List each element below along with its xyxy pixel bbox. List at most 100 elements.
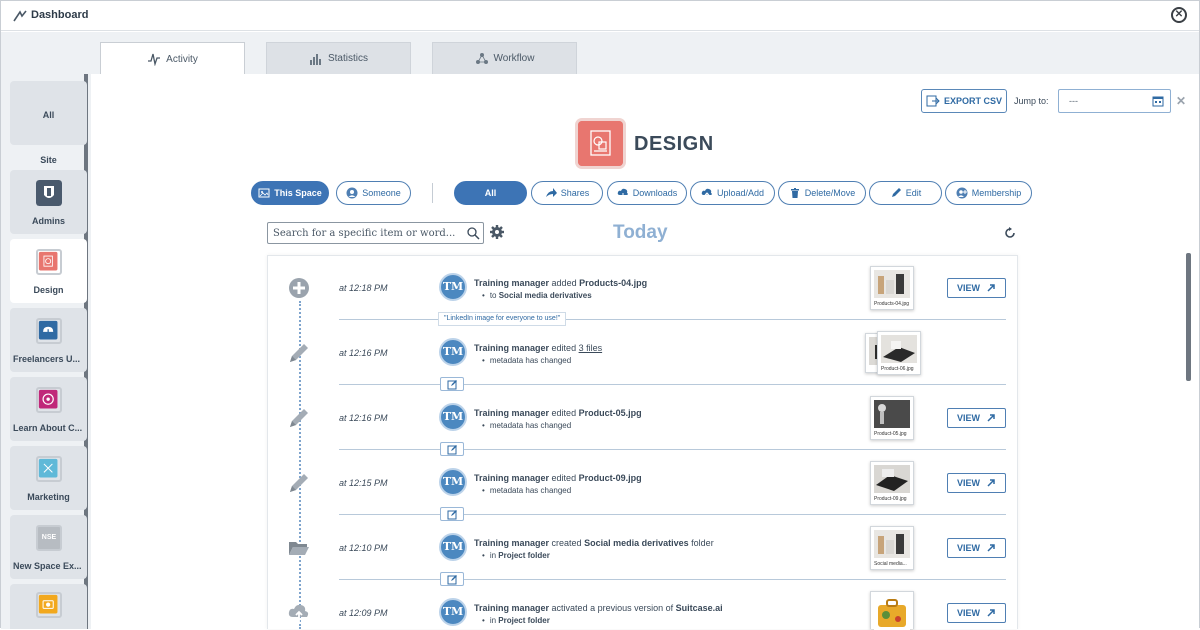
entry-object[interactable]: Social media derivatives (584, 538, 689, 548)
filter-label: Someone (362, 188, 401, 198)
entry-actor[interactable]: Training manager (474, 538, 549, 548)
entry-thumbnail[interactable]: Product-06.jpg (877, 331, 921, 375)
entry-actor[interactable]: Training manager (474, 343, 549, 353)
date-heading: Today (613, 222, 668, 243)
workflow-icon (475, 52, 488, 64)
search-input[interactable]: Search for a specific item or word... (267, 222, 484, 244)
view-button[interactable]: VIEW (947, 278, 1006, 298)
avatar[interactable]: TM (439, 533, 467, 561)
design-space-icon (578, 121, 623, 166)
tab-label: Statistics (327, 53, 368, 64)
entry-thumbnail[interactable]: Product-09.jpg (870, 461, 914, 505)
entry-verb: created (551, 538, 582, 548)
view-label: VIEW (956, 608, 980, 618)
entry-summary: Training manager created Social media de… (474, 538, 714, 548)
product-image (874, 270, 910, 298)
freelancers-space-icon (36, 318, 62, 344)
entry-verb: edited (551, 408, 577, 418)
view-button[interactable]: VIEW (947, 408, 1006, 428)
sidebar-item-label: Marketing (27, 492, 70, 502)
external-link-icon (987, 609, 995, 617)
entry-object[interactable]: Product-09.jpg (579, 473, 642, 483)
view-button[interactable]: VIEW (947, 603, 1006, 623)
filter-delete-move[interactable]: Delete/Move (778, 181, 866, 205)
gear-icon[interactable] (489, 224, 505, 240)
sidebar-item-learn[interactable]: Learn About C... (10, 377, 87, 441)
edit-note-button[interactable] (440, 442, 464, 456)
entry-object[interactable]: Product-05.jpg (579, 408, 642, 418)
entry-summary: Training manager edited Product-09.jpg (474, 473, 642, 483)
filter-upload-add[interactable]: Upload/Add (690, 181, 775, 205)
filter-all[interactable]: All (454, 181, 527, 205)
sidebar-item-all[interactable]: All (10, 81, 87, 145)
view-button[interactable]: VIEW (947, 538, 1006, 558)
activity-icon (148, 53, 161, 66)
avatar[interactable]: TM (439, 403, 467, 431)
sidebar-item-admins[interactable]: Admins (10, 170, 87, 234)
cloud-upload-icon (288, 604, 309, 622)
design-space-icon (36, 249, 62, 275)
avatar[interactable]: TM (439, 273, 467, 301)
close-icon[interactable]: ✕ (1171, 7, 1187, 23)
edit-note-button[interactable] (440, 572, 464, 586)
entry-detail-link[interactable]: Project folder (498, 616, 550, 625)
shield-icon (36, 180, 62, 206)
folder-open-icon (289, 542, 309, 555)
view-label: VIEW (956, 413, 980, 423)
entry-comment: "LinkedIn image for everyone to use!" (438, 312, 567, 326)
sidebar-item-photo-video[interactable] (10, 584, 87, 629)
entry-verb: added (551, 278, 577, 288)
entry-thumbnail[interactable]: Product-05.jpg (870, 396, 914, 440)
main-scrollbar[interactable] (1186, 253, 1191, 381)
refresh-icon[interactable] (1003, 226, 1017, 240)
edit-note-icon (447, 380, 457, 390)
entry-object[interactable]: Suitcase.ai (676, 603, 723, 613)
clear-date-icon[interactable]: ✕ (1176, 94, 1186, 108)
entry-object[interactable]: Products-04.jpg (579, 278, 647, 288)
entry-detail: metadata has changed (482, 486, 571, 495)
tab-statistics[interactable]: Statistics (266, 42, 411, 74)
avatar[interactable]: TM (439, 598, 467, 626)
entry-detail: in Project folder (482, 616, 550, 625)
avatar[interactable]: TM (439, 338, 467, 366)
entry-time: at 12:09 PM (339, 608, 388, 618)
filter-membership[interactable]: Membership (945, 181, 1032, 205)
entry-object-link[interactable]: 3 files (579, 343, 603, 353)
entry-detail-link[interactable]: Project folder (498, 551, 550, 560)
edit-note-button[interactable] (440, 377, 464, 391)
entry-actor[interactable]: Training manager (474, 603, 549, 613)
sidebar-item-new-space[interactable]: NSE New Space Ex... (10, 515, 87, 579)
filter-label: All (484, 188, 497, 198)
entry-actor[interactable]: Training manager (474, 408, 549, 418)
tab-label: Workflow (493, 53, 535, 64)
filter-shares[interactable]: Shares (531, 181, 603, 205)
view-button[interactable]: VIEW (947, 473, 1006, 493)
edit-note-button[interactable] (440, 507, 464, 521)
avatar[interactable]: TM (439, 468, 467, 496)
entry-thumbnail[interactable]: Social media... (870, 526, 914, 570)
calendar-icon[interactable] (1152, 95, 1164, 107)
export-csv-button[interactable]: EXPORT CSV (921, 89, 1007, 113)
sidebar-item-marketing[interactable]: Marketing (10, 446, 87, 510)
filter-this-space[interactable]: This Space (251, 181, 329, 205)
entry-verb: activated a previous version of (551, 603, 674, 613)
filter-label: Shares (560, 188, 590, 198)
sidebar-item-freelancers[interactable]: Freelancers U... (10, 308, 87, 372)
entry-actor[interactable]: Training manager (474, 473, 549, 483)
filter-downloads[interactable]: Downloads (607, 181, 687, 205)
filter-someone[interactable]: Someone (336, 181, 411, 205)
tab-workflow[interactable]: Workflow (432, 42, 577, 74)
sidebar-item-label: Design (33, 285, 64, 295)
product-image (874, 465, 910, 493)
entry-thumbnail[interactable]: Products-04.jpg (870, 266, 914, 310)
thumbnail-caption: Product-05.jpg (874, 431, 907, 437)
jump-to-date-input[interactable]: --- (1058, 89, 1171, 113)
tab-activity[interactable]: Activity (100, 42, 245, 75)
entry-verb: edited (551, 473, 577, 483)
sidebar-item-design[interactable]: Design (10, 239, 87, 303)
entry-thumbnail[interactable] (870, 591, 914, 630)
filter-edit[interactable]: Edit (869, 181, 942, 205)
entry-detail-link[interactable]: Social media derivatives (499, 291, 592, 300)
entry-actor[interactable]: Training manager (474, 278, 549, 288)
search-icon[interactable] (466, 226, 480, 240)
